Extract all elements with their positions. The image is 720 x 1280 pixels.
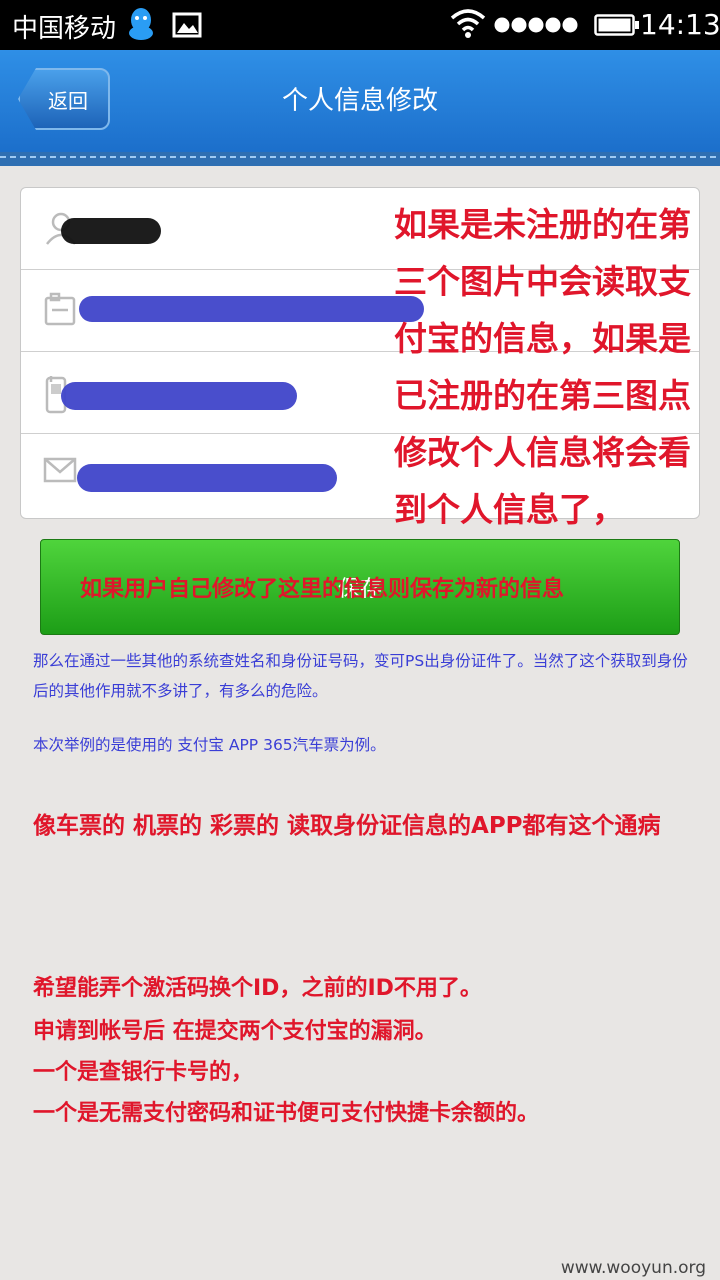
- redacted-name: [61, 218, 161, 244]
- battery-icon: [594, 14, 640, 40]
- redacted-email: [77, 464, 337, 492]
- status-bar: 中国移动 14:13: [0, 0, 720, 50]
- page-title: 个人信息修改: [281, 86, 438, 116]
- header-bar: 返回 个人信息修改: [0, 50, 720, 166]
- redacted-phone: [61, 382, 297, 410]
- qq-icon: [126, 6, 156, 46]
- image-icon: [172, 12, 202, 42]
- annotation-text: 如果是未注册的在第 三个图片中会读取支 付宝的信息，如果是 已注册的在第三图点 …: [394, 196, 714, 538]
- wifi-icon: [450, 8, 486, 42]
- annotation-line: 如果是未注册的在第: [394, 205, 691, 244]
- request-line: 一个是查银行卡号的，: [33, 1060, 254, 1085]
- note-paragraph-3: 像车票的 机票的 彩票的 读取身份证信息的APP都有这个通病: [33, 813, 661, 839]
- annotation-line: 已注册的在第三图点: [394, 376, 691, 415]
- watermark: www.wooyun.org: [560, 1258, 706, 1278]
- button-annotation: 如果用户自己修改了这里的信息则保存为新的信息: [80, 577, 565, 602]
- annotation-line: 修改个人信息将会看: [394, 433, 691, 472]
- id-card-icon: [43, 292, 77, 332]
- signal-icon: [494, 15, 580, 39]
- note-paragraph-2: 本次举例的是使用的 支付宝 APP 365汽车票为例。: [33, 736, 386, 754]
- mail-icon: [43, 456, 77, 488]
- request-line: 一个是无需支付密码和证书便可支付快捷卡余额的。: [33, 1101, 540, 1126]
- annotation-line: 付宝的信息，如果是: [394, 319, 691, 358]
- annotation-line: 到个人信息了，: [394, 490, 625, 529]
- annotation-line: 三个图片中会读取支: [394, 262, 691, 301]
- note-paragraph-1: 那么在通过一些其他的系统查姓名和身份证号码，变可PS出身份证件了。当然了这个获取…: [33, 652, 688, 700]
- clock: 14:13: [640, 8, 720, 41]
- redacted-id-number: [79, 296, 424, 322]
- request-line: 希望能弄个激活码换个ID，之前的ID不用了。: [33, 976, 482, 1001]
- carrier-name: 中国移动: [12, 14, 117, 44]
- request-line: 申请到帐号后 在提交两个支付宝的漏洞。: [33, 1019, 437, 1044]
